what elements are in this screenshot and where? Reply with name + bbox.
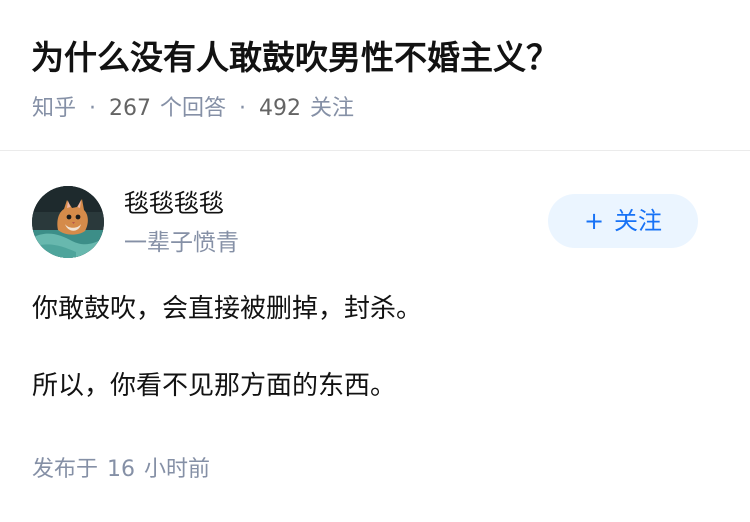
avatar[interactable] <box>32 186 104 258</box>
follow-button[interactable]: + 关注 <box>548 194 698 248</box>
question-meta: 知乎 · 267 个回答 · 492 关注 <box>32 93 354 125</box>
answer-count-label: 个回答 <box>160 96 227 121</box>
published-unit: 小时前 <box>144 457 211 482</box>
question-header: 为什么没有人敢鼓吹男性不婚主义？ 知乎 · 267 个回答 · 492 关注 <box>0 0 750 151</box>
follower-count: 492 <box>259 96 302 121</box>
author-card: 毯毯毯毯 一辈子愤青 + 关注 <box>32 184 718 264</box>
published-amount: 16 <box>107 457 136 482</box>
published-time: 发布于 16 小时前 <box>32 454 210 486</box>
cat-avatar-icon <box>32 186 104 258</box>
answer-body: 你敢鼓吹，会直接被删掉，封杀。 所以，你看不见那方面的东西。 <box>32 285 722 410</box>
published-prefix: 发布于 <box>32 457 99 482</box>
question-title[interactable]: 为什么没有人敢鼓吹男性不婚主义？ <box>31 33 559 83</box>
follower-count-label: 关注 <box>310 96 355 121</box>
answer-paragraph: 所以，你看不见那方面的东西。 <box>32 371 397 401</box>
meta-separator: · <box>89 96 97 121</box>
author-bio: 一辈子愤青 <box>124 230 239 256</box>
author-name[interactable]: 毯毯毯毯 <box>124 186 224 222</box>
plus-icon: + <box>583 207 605 235</box>
answer-paragraph: 你敢鼓吹，会直接被删掉，封杀。 <box>32 294 423 324</box>
answer-count: 267 <box>109 96 152 121</box>
follow-button-label: 关注 <box>614 207 663 235</box>
source-label[interactable]: 知乎 <box>32 96 76 121</box>
meta-separator: · <box>239 96 247 121</box>
